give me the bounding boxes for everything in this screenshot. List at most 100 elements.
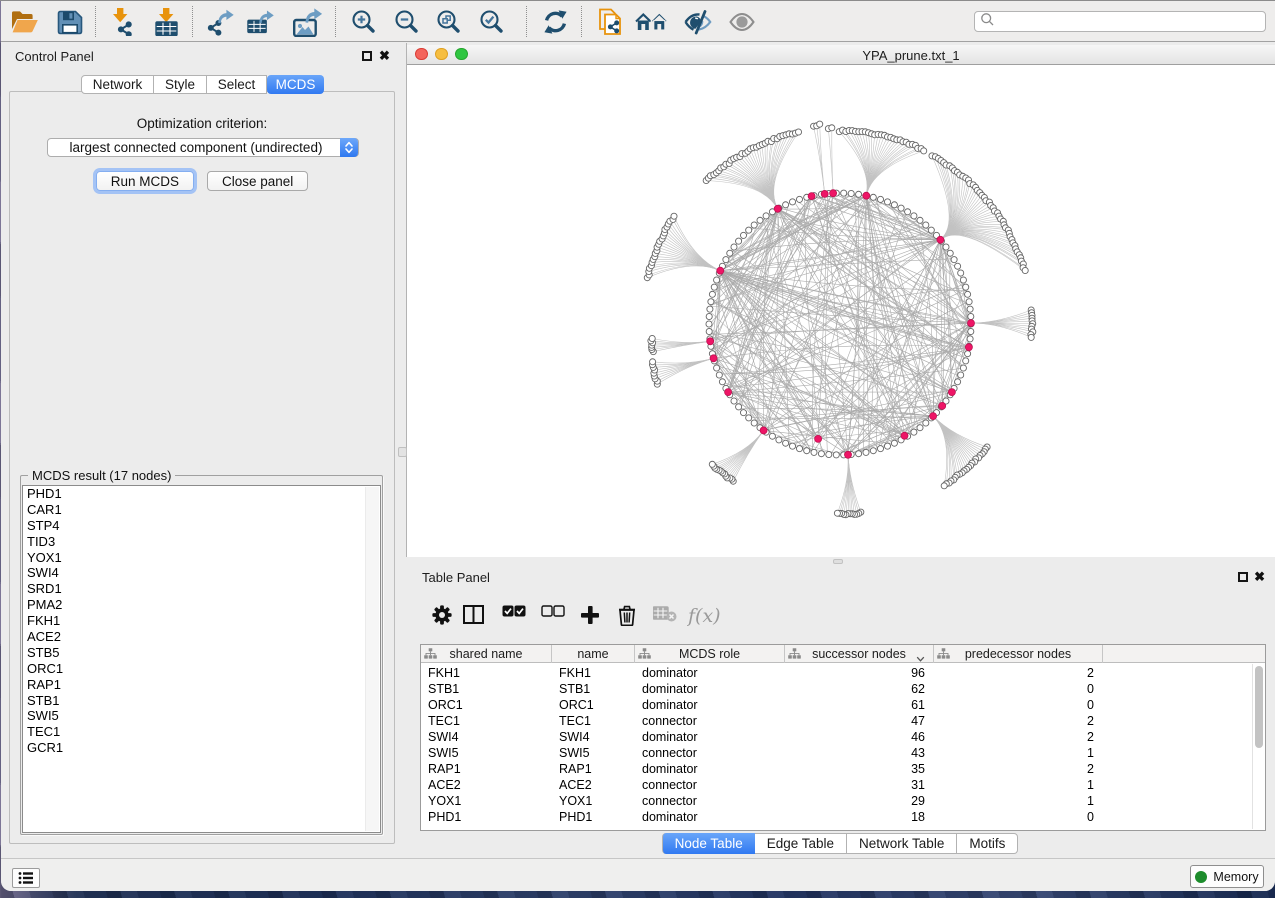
mcds-result-item[interactable]: SWI5 [23,708,380,724]
new-network-from-selection-icon[interactable] [596,8,626,36]
table-tab-motifs[interactable]: Motifs [957,833,1018,854]
select-all-icon[interactable] [502,605,526,624]
mcds-result-item[interactable]: ORC1 [23,661,380,677]
task-history-button[interactable] [12,868,40,888]
hide-graphics-details-icon[interactable] [684,8,712,36]
window-minimize-icon[interactable] [435,48,448,61]
export-network-icon[interactable] [207,8,235,36]
shared-column-icon [424,648,437,659]
control-tab-select[interactable]: Select [207,75,267,94]
horizontal-splitter-handle[interactable] [833,559,843,564]
control-tab-network[interactable]: Network [81,75,154,94]
application-window: Control Panel ✖ NetworkStyleSelectMCDS O… [1,1,1275,891]
import-network-from-file-icon[interactable] [110,8,138,36]
table-scrollbar[interactable] [1252,664,1264,829]
mcds-result-item[interactable]: STB1 [23,693,380,709]
table-row[interactable]: TEC1TEC1connector472 [421,713,1251,729]
mcds-result-item[interactable]: GCR1 [23,740,380,756]
table-cell: TEC1 [428,714,460,728]
table-scrollbar-thumb[interactable] [1255,666,1263,748]
apply-layout-icon[interactable] [541,8,569,36]
import-table-from-file-icon[interactable] [152,8,180,36]
mcds-result-item[interactable]: PHD1 [23,486,380,502]
control-tab-mcds[interactable]: MCDS [267,75,324,94]
column-header-shared-name[interactable]: shared name [421,645,552,663]
table-cell: dominator [642,730,698,744]
horizontal-splitter[interactable] [405,557,1275,564]
export-image-icon[interactable] [292,8,326,36]
network-window-titlebar[interactable]: YPA_prune.txt_1 [407,45,1275,65]
table-row[interactable]: RAP1RAP1dominator352 [421,761,1251,777]
table-options-icon[interactable] [432,605,452,630]
table-row[interactable]: SWI5SWI5connector431 [421,745,1251,761]
float-panel-icon[interactable] [362,51,372,61]
mcds-result-list[interactable]: PHD1CAR1STP4TID3YOX1SWI4SRD1PMA2FKH1ACE2… [22,485,381,833]
network-canvas[interactable] [407,65,1275,557]
first-neighbors-icon[interactable] [635,8,668,36]
table-tab-node-table[interactable]: Node Table [662,833,755,854]
delete-table-icon[interactable] [653,605,677,627]
table-row[interactable]: STB1STB1dominator620 [421,681,1251,697]
mcds-result-item[interactable]: TEC1 [23,724,380,740]
mcds-result-item[interactable]: TID3 [23,534,380,550]
table-float-panel-icon[interactable] [1238,572,1248,582]
zoom-in-icon[interactable] [350,8,378,36]
create-column-icon[interactable] [580,605,600,630]
mcds-list-scrollbar[interactable] [365,487,379,831]
zoom-fit-icon[interactable] [435,8,463,36]
table-row[interactable]: PHD1PHD1dominator180 [421,809,1251,825]
table-cell: PHD1 [428,810,461,824]
window-close-icon[interactable] [415,48,428,61]
close-panel-icon[interactable]: ✖ [379,49,390,62]
deselect-all-icon[interactable] [541,605,565,624]
mcds-result-item[interactable]: STP4 [23,518,380,534]
function-builder-icon[interactable]: f(x) [687,605,721,632]
table-cell: connector [642,746,697,760]
window-maximize-icon[interactable] [455,48,468,61]
control-tab-style[interactable]: Style [154,75,207,94]
column-header-predecessor-nodes[interactable]: predecessor nodes [934,645,1103,663]
search-box[interactable] [974,11,1266,32]
mcds-result-item[interactable]: FKH1 [23,613,380,629]
table-cell: FKH1 [559,666,591,680]
table-tab-edge-table[interactable]: Edge Table [755,833,847,854]
search-input[interactable] [995,15,1265,29]
column-header-name[interactable]: name [552,645,635,663]
column-label: successor nodes [812,647,906,661]
column-header-MCDS-role[interactable]: MCDS role [635,645,785,663]
control-panel-title: Control Panel [15,49,94,64]
mcds-result-item[interactable]: YOX1 [23,550,380,566]
export-table-icon[interactable] [247,8,275,36]
mcds-result-item[interactable]: PMA2 [23,597,380,613]
zoom-out-icon[interactable] [393,8,421,36]
run-mcds-button[interactable]: Run MCDS [96,171,194,191]
zoom-selected-icon[interactable] [478,8,506,36]
criterion-dropdown[interactable]: largest connected component (undirected) [47,138,359,157]
open-session-icon[interactable] [11,8,39,36]
show-column-panel-icon[interactable] [463,605,484,629]
mcds-result-item[interactable]: RAP1 [23,677,380,693]
mcds-result-item[interactable]: STB5 [23,645,380,661]
close-panel-button[interactable]: Close panel [207,171,308,191]
show-graphics-details-icon[interactable] [728,8,756,36]
table-row[interactable]: SWI4SWI4dominator462 [421,729,1251,745]
save-session-icon[interactable] [56,8,84,36]
column-label: name [577,647,608,661]
table-row[interactable]: ACE2ACE2connector311 [421,777,1251,793]
mcds-result-item[interactable]: SWI4 [23,565,380,581]
table-panel-title: Table Panel [422,570,490,585]
shared-column-icon [937,648,950,659]
delete-column-icon[interactable] [618,605,636,631]
table-row[interactable]: YOX1YOX1connector291 [421,793,1251,809]
table-cell: 1 [934,794,1094,808]
mcds-result-item[interactable]: ACE2 [23,629,380,645]
mcds-result-item[interactable]: CAR1 [23,502,380,518]
table-close-panel-icon[interactable]: ✖ [1254,570,1265,583]
table-row[interactable]: FKH1FKH1dominator962 [421,665,1251,681]
table-cell: 2 [934,666,1094,680]
column-header-successor-nodes[interactable]: successor nodes [785,645,934,663]
mcds-result-item[interactable]: SRD1 [23,581,380,597]
table-row[interactable]: ORC1ORC1dominator610 [421,697,1251,713]
table-tab-network-table[interactable]: Network Table [847,833,957,854]
memory-button[interactable]: Memory [1190,865,1264,888]
